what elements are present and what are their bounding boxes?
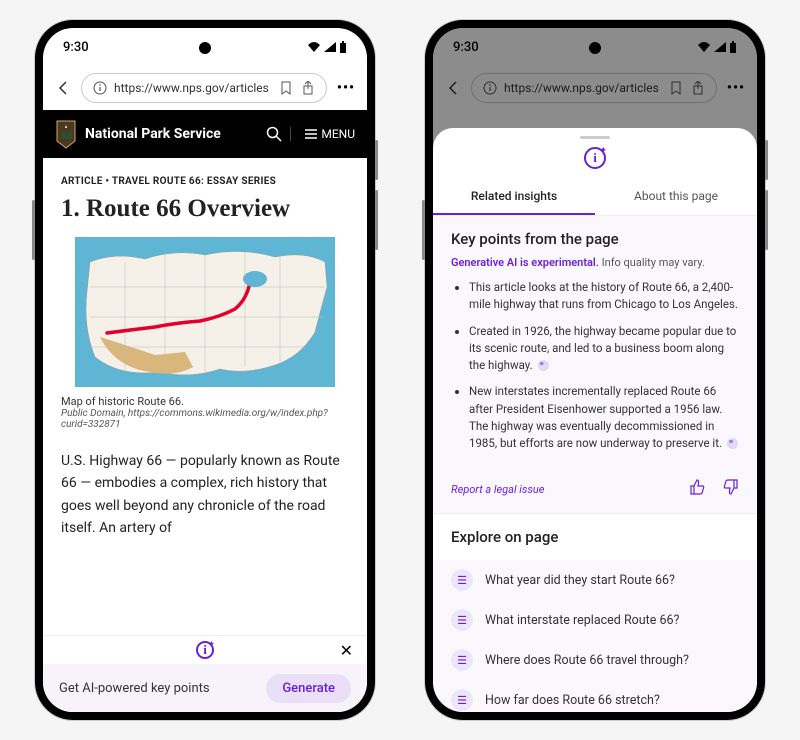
tab-about-page[interactable]: About this page: [595, 179, 757, 215]
list-icon: ☰: [451, 649, 473, 671]
citation-icon[interactable]: [538, 360, 549, 371]
ai-prompt-bar: ✦ ✕ Get AI-powered key points Generate: [43, 635, 367, 712]
address-bar: https://www.nps.gov/articles •••: [43, 66, 367, 110]
key-point-item: New interstates incrementally replaced R…: [469, 383, 739, 452]
insights-icon: ✦: [584, 147, 606, 169]
explore-list: ☰ What year did they start Route 66? ☰ W…: [433, 560, 757, 712]
status-icons: [307, 41, 347, 53]
battery-icon: [339, 41, 347, 53]
menu-button[interactable]: MENU: [290, 127, 355, 141]
citation-icon[interactable]: [727, 438, 738, 449]
list-icon: ☰: [451, 569, 473, 591]
image-credit: Public Domain, https://commons.wikimedia…: [61, 408, 349, 430]
explore-item[interactable]: ☰ How far does Route 66 stretch?: [433, 680, 757, 712]
article-headline: 1. Route 66 Overview: [61, 195, 349, 223]
generate-button[interactable]: Generate: [266, 674, 351, 703]
article-content: ARTICLE • TRAVEL ROUTE 66: ESSAY SERIES …: [43, 158, 367, 635]
share-icon[interactable]: [300, 80, 316, 96]
article-body: U.S. Highway 66 — popularly known as Rou…: [61, 450, 349, 540]
key-point-item: Created in 1926, the highway became popu…: [469, 323, 739, 375]
close-icon[interactable]: ✕: [340, 641, 353, 660]
hw-button: [765, 190, 768, 250]
list-icon: ☰: [451, 609, 473, 631]
ai-disclaimer: Generative AI is experimental. Info qual…: [451, 256, 739, 269]
thumbs-down-icon[interactable]: [723, 479, 739, 499]
list-icon: ☰: [451, 689, 473, 711]
overflow-menu-icon[interactable]: •••: [337, 80, 355, 96]
menu-label: MENU: [321, 127, 355, 141]
search-icon[interactable]: [266, 126, 282, 142]
tab-related-insights[interactable]: Related insights: [433, 179, 595, 215]
hw-button: [32, 200, 35, 260]
bookmark-icon[interactable]: [278, 80, 294, 96]
explore-item[interactable]: ☰ What year did they start Route 66?: [433, 560, 757, 600]
site-info-icon[interactable]: [92, 80, 108, 96]
thumbs-up-icon[interactable]: [689, 479, 705, 499]
phone-right: 9:30 https://www.nps.gov/articles: [425, 20, 765, 720]
phone-left: 9:30 https://www.nps.gov/articles: [35, 20, 375, 720]
nps-logo-icon: [55, 119, 77, 149]
explore-item[interactable]: ☰ What interstate replaced Route 66?: [433, 600, 757, 640]
status-time: 9:30: [63, 40, 89, 55]
hamburger-icon: [305, 129, 317, 139]
url-text: https://www.nps.gov/articles: [114, 81, 272, 95]
image-caption: Map of historic Route 66.: [61, 395, 349, 408]
signal-icon: [323, 41, 337, 53]
wifi-icon: [307, 41, 321, 53]
explore-item[interactable]: ☰ Where does Route 66 travel through?: [433, 640, 757, 680]
key-points-title: Key points from the page: [451, 230, 739, 248]
insights-icon[interactable]: ✦: [196, 641, 214, 659]
key-points-list: This article looks at the history of Rou…: [451, 279, 739, 452]
hw-button: [765, 140, 768, 180]
site-title[interactable]: National Park Service: [85, 126, 258, 142]
status-bar: 9:30: [43, 28, 367, 66]
hw-button: [375, 190, 378, 250]
hw-button: [375, 140, 378, 180]
camera-hole: [199, 42, 211, 54]
ai-prompt-text: Get AI-powered key points: [59, 681, 210, 696]
hw-button: [422, 200, 425, 260]
url-bar[interactable]: https://www.nps.gov/articles: [81, 73, 327, 103]
site-header: National Park Service MENU: [43, 110, 367, 158]
insights-sheet: ✦ Related insights About this page Key p…: [433, 128, 757, 712]
map-image: [75, 237, 335, 387]
sheet-tabs: Related insights About this page: [433, 179, 757, 216]
report-legal-link[interactable]: Report a legal issue: [451, 483, 544, 496]
back-icon[interactable]: [55, 80, 71, 96]
article-eyebrow: ARTICLE • TRAVEL ROUTE 66: ESSAY SERIES: [61, 176, 349, 187]
key-point-item: This article looks at the history of Rou…: [469, 279, 739, 314]
drag-handle[interactable]: [580, 136, 610, 139]
explore-title: Explore on page: [451, 528, 739, 546]
